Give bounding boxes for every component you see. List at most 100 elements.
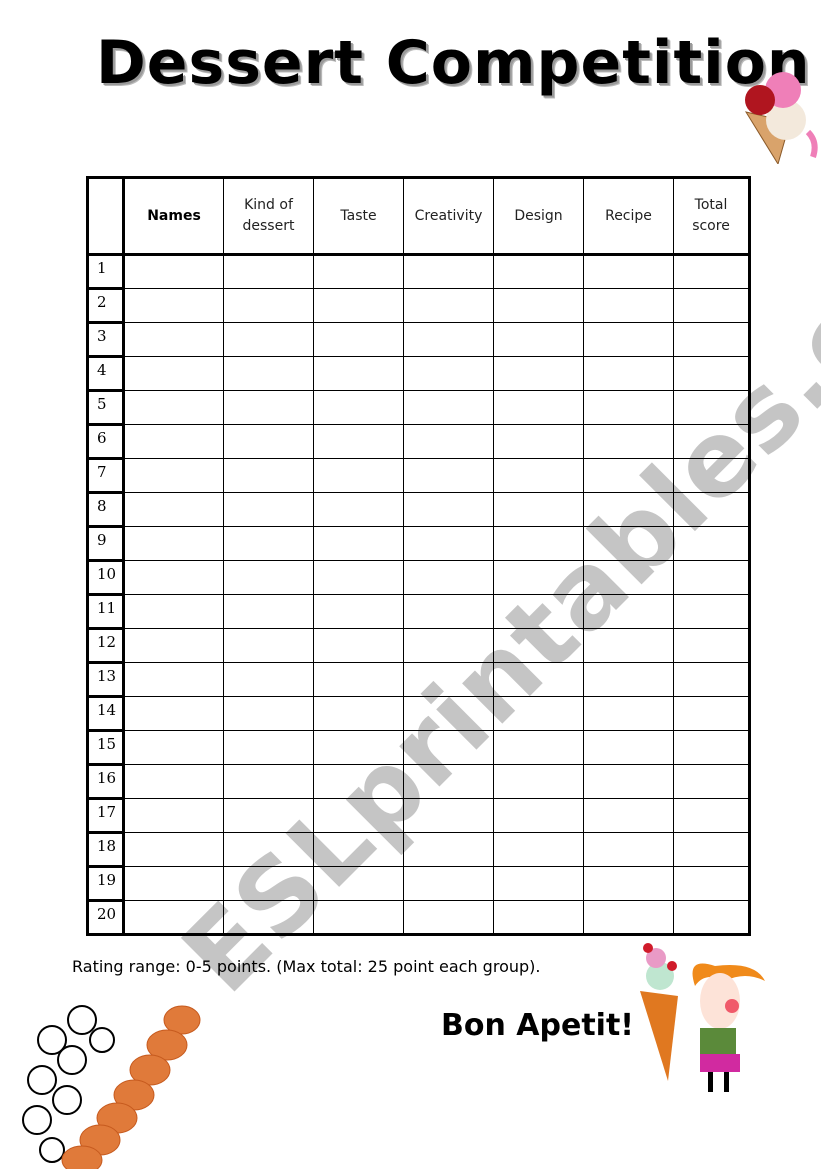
cell-taste[interactable] xyxy=(313,526,404,561)
cell-kind-of-dessert[interactable] xyxy=(223,526,314,561)
cell-design[interactable] xyxy=(493,390,584,425)
cell-total-score[interactable] xyxy=(673,832,750,867)
cell-design[interactable] xyxy=(493,696,584,731)
cell-names[interactable] xyxy=(123,764,224,799)
cell-names[interactable] xyxy=(123,526,224,561)
cell-names[interactable] xyxy=(123,322,224,357)
cell-design[interactable] xyxy=(493,288,584,323)
cell-total-score[interactable] xyxy=(673,764,750,799)
cell-design[interactable] xyxy=(493,866,584,901)
cell-names[interactable] xyxy=(123,662,224,697)
cell-recipe[interactable] xyxy=(583,662,674,697)
cell-recipe[interactable] xyxy=(583,832,674,867)
cell-total-score[interactable] xyxy=(673,730,750,765)
cell-names[interactable] xyxy=(123,696,224,731)
cell-kind-of-dessert[interactable] xyxy=(223,560,314,595)
cell-names[interactable] xyxy=(123,458,224,493)
cell-taste[interactable] xyxy=(313,458,404,493)
cell-names[interactable] xyxy=(123,288,224,323)
cell-names[interactable] xyxy=(123,832,224,867)
cell-total-score[interactable] xyxy=(673,424,750,459)
cell-taste[interactable] xyxy=(313,764,404,799)
cell-taste[interactable] xyxy=(313,560,404,595)
cell-creativity[interactable] xyxy=(403,764,494,799)
cell-taste[interactable] xyxy=(313,798,404,833)
cell-kind-of-dessert[interactable] xyxy=(223,798,314,833)
cell-recipe[interactable] xyxy=(583,764,674,799)
cell-names[interactable] xyxy=(123,492,224,527)
cell-design[interactable] xyxy=(493,424,584,459)
cell-creativity[interactable] xyxy=(403,900,494,935)
cell-names[interactable] xyxy=(123,798,224,833)
cell-design[interactable] xyxy=(493,832,584,867)
cell-recipe[interactable] xyxy=(583,798,674,833)
cell-recipe[interactable] xyxy=(583,356,674,391)
cell-kind-of-dessert[interactable] xyxy=(223,492,314,527)
cell-kind-of-dessert[interactable] xyxy=(223,254,314,289)
cell-taste[interactable] xyxy=(313,900,404,935)
cell-taste[interactable] xyxy=(313,288,404,323)
cell-design[interactable] xyxy=(493,526,584,561)
cell-names[interactable] xyxy=(123,254,224,289)
cell-kind-of-dessert[interactable] xyxy=(223,832,314,867)
cell-creativity[interactable] xyxy=(403,526,494,561)
cell-creativity[interactable] xyxy=(403,594,494,629)
cell-creativity[interactable] xyxy=(403,662,494,697)
cell-taste[interactable] xyxy=(313,390,404,425)
cell-total-score[interactable] xyxy=(673,322,750,357)
cell-taste[interactable] xyxy=(313,696,404,731)
cell-kind-of-dessert[interactable] xyxy=(223,764,314,799)
cell-recipe[interactable] xyxy=(583,390,674,425)
cell-creativity[interactable] xyxy=(403,832,494,867)
cell-total-score[interactable] xyxy=(673,900,750,935)
cell-recipe[interactable] xyxy=(583,322,674,357)
cell-taste[interactable] xyxy=(313,662,404,697)
cell-recipe[interactable] xyxy=(583,866,674,901)
cell-names[interactable] xyxy=(123,900,224,935)
cell-taste[interactable] xyxy=(313,866,404,901)
cell-kind-of-dessert[interactable] xyxy=(223,628,314,663)
cell-names[interactable] xyxy=(123,866,224,901)
cell-total-score[interactable] xyxy=(673,254,750,289)
cell-kind-of-dessert[interactable] xyxy=(223,696,314,731)
cell-kind-of-dessert[interactable] xyxy=(223,356,314,391)
cell-creativity[interactable] xyxy=(403,730,494,765)
cell-recipe[interactable] xyxy=(583,628,674,663)
cell-recipe[interactable] xyxy=(583,594,674,629)
cell-creativity[interactable] xyxy=(403,288,494,323)
cell-creativity[interactable] xyxy=(403,322,494,357)
cell-creativity[interactable] xyxy=(403,254,494,289)
cell-creativity[interactable] xyxy=(403,696,494,731)
cell-taste[interactable] xyxy=(313,254,404,289)
cell-names[interactable] xyxy=(123,390,224,425)
cell-names[interactable] xyxy=(123,424,224,459)
cell-recipe[interactable] xyxy=(583,492,674,527)
cell-recipe[interactable] xyxy=(583,424,674,459)
cell-creativity[interactable] xyxy=(403,424,494,459)
cell-design[interactable] xyxy=(493,798,584,833)
cell-creativity[interactable] xyxy=(403,356,494,391)
cell-design[interactable] xyxy=(493,492,584,527)
cell-design[interactable] xyxy=(493,254,584,289)
cell-total-score[interactable] xyxy=(673,696,750,731)
cell-recipe[interactable] xyxy=(583,254,674,289)
cell-design[interactable] xyxy=(493,900,584,935)
cell-names[interactable] xyxy=(123,628,224,663)
cell-recipe[interactable] xyxy=(583,900,674,935)
cell-taste[interactable] xyxy=(313,832,404,867)
cell-recipe[interactable] xyxy=(583,560,674,595)
cell-recipe[interactable] xyxy=(583,288,674,323)
cell-design[interactable] xyxy=(493,662,584,697)
cell-names[interactable] xyxy=(123,730,224,765)
cell-creativity[interactable] xyxy=(403,628,494,663)
cell-kind-of-dessert[interactable] xyxy=(223,322,314,357)
cell-kind-of-dessert[interactable] xyxy=(223,730,314,765)
cell-design[interactable] xyxy=(493,628,584,663)
cell-taste[interactable] xyxy=(313,492,404,527)
cell-total-score[interactable] xyxy=(673,798,750,833)
cell-recipe[interactable] xyxy=(583,458,674,493)
cell-names[interactable] xyxy=(123,560,224,595)
cell-total-score[interactable] xyxy=(673,492,750,527)
cell-kind-of-dessert[interactable] xyxy=(223,900,314,935)
cell-taste[interactable] xyxy=(313,594,404,629)
